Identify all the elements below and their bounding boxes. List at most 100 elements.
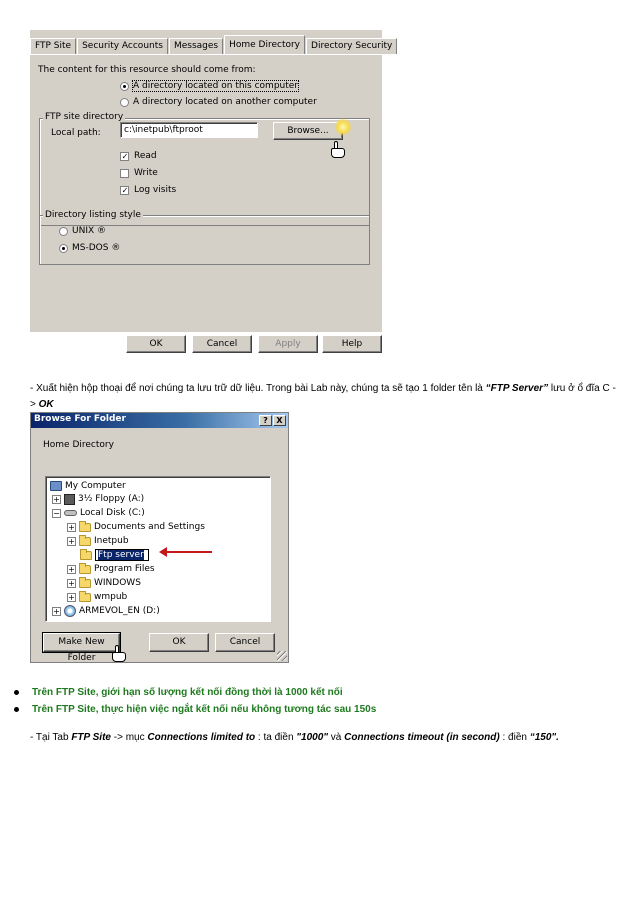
radio-msdos[interactable]: MS-DOS ®	[59, 243, 120, 253]
help-button[interactable]: Help	[322, 335, 382, 353]
click-highlight-icon	[334, 118, 352, 136]
p2-item: Connections limited to	[147, 732, 256, 743]
folder-icon	[79, 590, 91, 602]
collapse-minus-icon[interactable]: −	[52, 508, 61, 518]
tree-node-my-computer[interactable]: My Computer	[50, 480, 126, 492]
write-check-icon	[120, 168, 129, 178]
tree-node-local-disk[interactable]: − Local Disk (C:)	[52, 507, 145, 519]
log-visits-label: Log visits	[134, 185, 177, 195]
bullet-icon	[14, 707, 19, 712]
iis-properties-dialog: FTP Site Security Accounts Messages Home…	[30, 30, 398, 354]
tab-messages[interactable]: Messages	[168, 38, 224, 54]
radio-selected-icon	[120, 81, 129, 91]
tab-directory-security[interactable]: Directory Security	[306, 38, 398, 54]
close-title-button[interactable]: X	[273, 415, 286, 426]
help-title-button[interactable]: ?	[259, 415, 272, 426]
tree-node-armevol[interactable]: + ARMEVOL_EN (D:)	[52, 605, 160, 617]
tree-node-program-files[interactable]: + Program Files	[67, 562, 155, 575]
folder-tree[interactable]: My Computer + 3½ Floppy (A:) − Local Dis…	[45, 476, 271, 622]
p2-text: : điền	[499, 732, 530, 743]
red-arrow-icon	[159, 547, 212, 557]
folder-icon	[79, 562, 91, 574]
rename-input[interactable]: Ftp server	[95, 549, 149, 561]
directory-listing-group	[39, 215, 370, 265]
floppy-icon	[64, 493, 75, 505]
radio-unix[interactable]: UNIX ®	[59, 226, 106, 236]
cancel-button[interactable]: Cancel	[215, 633, 275, 652]
radio-share-label: A directory located on another computer	[133, 97, 317, 107]
expand-plus-icon[interactable]: +	[52, 494, 61, 504]
content-source-label: The content for this resource should com…	[38, 65, 256, 75]
tree-node-floppy[interactable]: + 3½ Floppy (A:)	[52, 493, 144, 505]
folder-icon	[80, 548, 92, 560]
read-check-icon	[120, 151, 129, 161]
tree-label: My Computer	[65, 481, 126, 491]
instruction-paragraph-2: - Tại Tab FTP Site -> mục Connections li…	[30, 731, 620, 745]
title-bar: Browse For Folder	[31, 413, 288, 428]
tree-label: 3½ Floppy (A:)	[78, 494, 145, 504]
radio-local-directory[interactable]: A directory located on this computer	[120, 80, 300, 92]
radio-unselected-icon	[59, 226, 68, 236]
tree-label: WINDOWS	[94, 578, 141, 588]
apply-button[interactable]: Apply	[258, 335, 318, 353]
radio-unselected-icon	[120, 97, 129, 107]
radio-share-directory[interactable]: A directory located on another computer	[120, 97, 317, 107]
hand-cursor-icon	[111, 645, 127, 663]
expand-plus-icon[interactable]: +	[52, 606, 61, 616]
folder-icon	[79, 576, 91, 588]
write-checkbox[interactable]: Write	[120, 168, 158, 178]
ok-button[interactable]: OK	[149, 633, 209, 652]
folder-icon	[79, 534, 91, 546]
dialog-title: Browse For Folder	[34, 414, 126, 424]
p2-tab: FTP Site	[71, 732, 111, 743]
p2-text: : ta điền	[255, 732, 297, 743]
list-item-text: Trên FTP Site, thực hiện việc ngắt kết n…	[32, 704, 377, 715]
tab-home-directory[interactable]: Home Directory	[224, 35, 306, 54]
tree-node-documents[interactable]: + Documents and Settings	[67, 520, 205, 533]
para1-folder-name: “FTP Server”	[485, 383, 549, 394]
tree-label: Program Files	[94, 564, 155, 574]
list-item: Trên FTP Site, giới hạn số lượng kết nối…	[14, 684, 614, 701]
p2-item-2: Connections timeout (in second)	[344, 732, 500, 743]
tree-label: Local Disk (C:)	[80, 508, 145, 518]
read-checkbox[interactable]: Read	[120, 151, 157, 161]
tab-security-accounts[interactable]: Security Accounts	[77, 38, 168, 54]
cancel-button[interactable]: Cancel	[192, 335, 252, 353]
make-new-folder-button[interactable]: Make New Folder	[42, 632, 121, 663]
tab-ftp-site[interactable]: FTP Site	[30, 38, 77, 54]
expand-plus-icon[interactable]: +	[67, 564, 76, 574]
browse-button[interactable]: Browse...	[273, 122, 343, 140]
write-label: Write	[134, 168, 158, 178]
tree-node-inetpub[interactable]: + Inetpub	[67, 534, 129, 547]
read-label: Read	[134, 151, 157, 161]
requirement-list: Trên FTP Site, giới hạn số lượng kết nối…	[14, 684, 614, 718]
tree-label: ARMEVOL_EN (D:)	[79, 606, 160, 616]
expand-plus-icon[interactable]: +	[67, 522, 76, 532]
dialog-button-bar: OK Cancel Apply Help	[30, 332, 382, 354]
expand-plus-icon[interactable]: +	[67, 578, 76, 588]
local-path-input[interactable]: c:\inetpub\ftproot	[120, 122, 258, 138]
expand-plus-icon[interactable]: +	[67, 592, 76, 602]
expand-plus-icon[interactable]: +	[67, 536, 76, 546]
para1-prefix: - Xuất hiện hộp thoại để nơi chúng ta lư…	[30, 383, 486, 394]
list-item: Trên FTP Site, thực hiện việc ngắt kết n…	[14, 701, 614, 718]
log-visits-checkbox[interactable]: Log visits	[120, 185, 176, 195]
tree-node-windows[interactable]: + WINDOWS	[67, 576, 141, 589]
ok-button[interactable]: OK	[126, 335, 186, 353]
folder-icon	[79, 520, 91, 532]
tree-node-ftp-server[interactable]: Ftp server	[80, 548, 149, 561]
p2-value-2: “150".	[529, 732, 559, 743]
p2-value-1: "1000"	[296, 732, 329, 743]
resize-grip-icon[interactable]	[277, 651, 287, 661]
tree-label: Inetpub	[94, 536, 129, 546]
bullet-icon	[14, 690, 19, 695]
ftp-site-directory-legend: FTP site directory	[43, 112, 126, 122]
tree-label: wmpub	[94, 592, 128, 602]
browse-for-folder-dialog: Browse For Folder ? X Home Directory My …	[30, 412, 289, 663]
tree-node-wmpub[interactable]: + wmpub	[67, 590, 128, 603]
tree-label: Documents and Settings	[94, 522, 205, 532]
tab-strip: FTP Site Security Accounts Messages Home…	[30, 35, 398, 54]
radio-selected-icon	[59, 243, 68, 253]
para1-middle: lưu ở ổ đĩa C -	[548, 383, 616, 394]
instruction-paragraph: - Xuất hiện hộp thoại để nơi chúng ta lư…	[30, 381, 620, 413]
